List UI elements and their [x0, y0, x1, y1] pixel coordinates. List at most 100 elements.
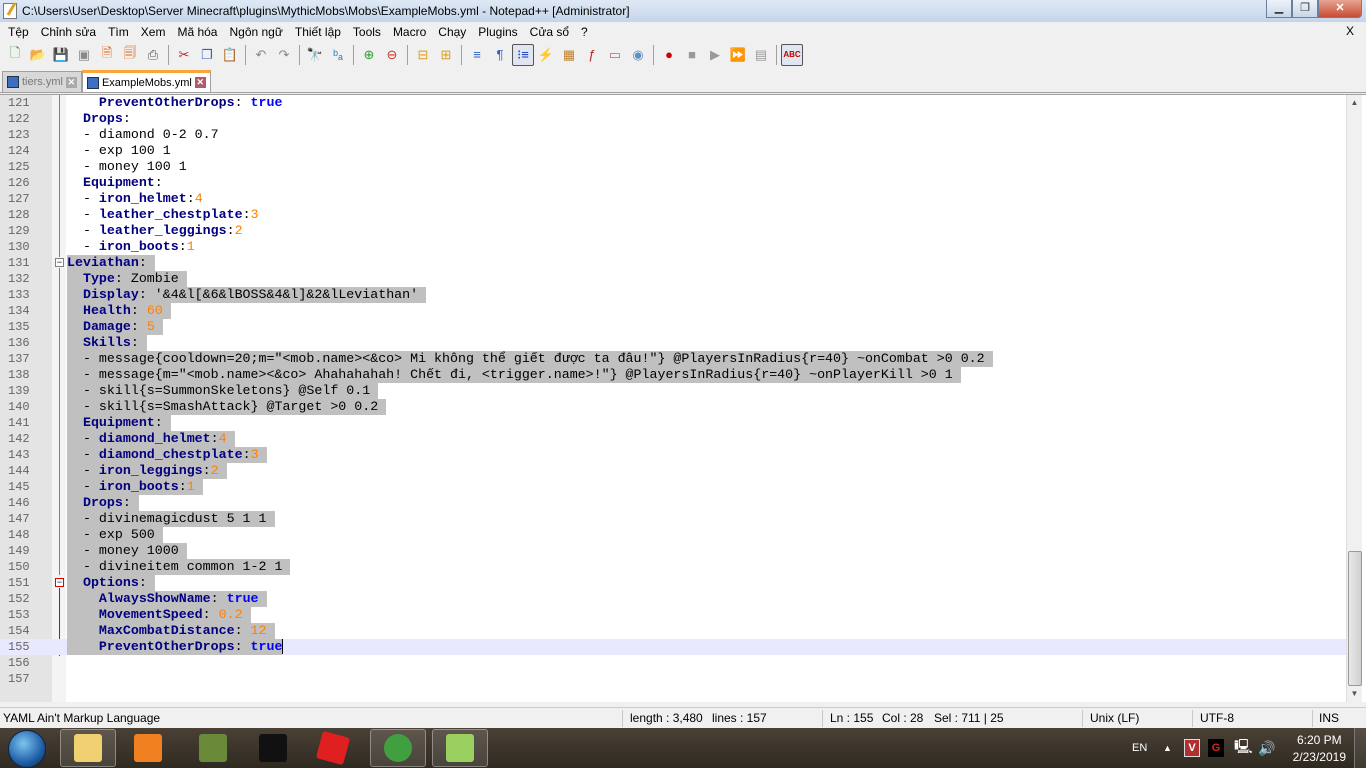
menu-item-6[interactable]: Thiết lập: [289, 25, 347, 39]
word-wrap-icon[interactable]: ≡: [466, 44, 488, 66]
code-line[interactable]: 153 MovementSpeed: 0.2: [0, 607, 1346, 623]
show-desktop-button[interactable]: [1354, 728, 1366, 768]
scroll-thumb[interactable]: [1348, 551, 1362, 686]
code-line[interactable]: 130 - iron_boots:1: [0, 239, 1346, 255]
code-line[interactable]: 126 Equipment:: [0, 175, 1346, 191]
menu-item-5[interactable]: Ngôn ngữ: [223, 25, 288, 39]
close-file-icon[interactable]: 🗎: [96, 44, 118, 66]
cut-icon[interactable]: ✂: [173, 44, 195, 66]
record-macro-icon[interactable]: ●: [658, 44, 680, 66]
save-all-icon[interactable]: ▣: [73, 44, 95, 66]
sync-vertical-icon[interactable]: ⊟: [412, 44, 434, 66]
taskbar-app[interactable]: [305, 729, 361, 767]
code-line[interactable]: 140 - skill{s=SmashAttack} @Target >0 0.…: [0, 399, 1346, 415]
replace-icon[interactable]: ᵇₐ: [327, 44, 349, 66]
copy-icon[interactable]: ❐: [196, 44, 218, 66]
start-button[interactable]: [8, 730, 46, 768]
function-list-icon[interactable]: ƒ: [581, 44, 603, 66]
code-line[interactable]: 121 PreventOtherDrops: true: [0, 95, 1346, 111]
code-line[interactable]: 156: [0, 655, 1346, 671]
tab-1[interactable]: ExampleMobs.yml ✕: [81, 70, 211, 92]
code-line[interactable]: 132 Type: Zombie: [0, 271, 1346, 287]
zoom-in-icon[interactable]: ⊕: [358, 44, 380, 66]
scroll-down-icon[interactable]: ▼: [1347, 686, 1362, 702]
menu-item-1[interactable]: Chỉnh sửa: [35, 25, 102, 39]
close-all-icon[interactable]: 🗐: [119, 44, 141, 66]
new-file-icon[interactable]: 🗋: [4, 44, 26, 66]
code-line[interactable]: 147 - divinemagicdust 5 1 1: [0, 511, 1346, 527]
code-line[interactable]: 144 - iron_leggings:2: [0, 463, 1346, 479]
menu-item-7[interactable]: Tools: [347, 25, 387, 39]
code-line[interactable]: 154 MaxCombatDistance: 12: [0, 623, 1346, 639]
taskbar-app[interactable]: [432, 729, 488, 767]
vertical-scrollbar[interactable]: ▲ ▼: [1346, 95, 1362, 702]
code-line[interactable]: 157: [0, 671, 1346, 687]
menu-item-9[interactable]: Chạy: [432, 25, 472, 39]
clock[interactable]: 6:20 PM 2/23/2019: [1293, 732, 1346, 766]
code-line[interactable]: 141 Equipment:: [0, 415, 1346, 431]
show-hidden-icons[interactable]: ▲: [1163, 728, 1172, 768]
code-line[interactable]: 131 Leviathan:: [0, 255, 1346, 271]
save-macro-icon[interactable]: ▤: [750, 44, 772, 66]
undo-icon[interactable]: ↶: [250, 44, 272, 66]
code-line[interactable]: 151 Options:: [0, 575, 1346, 591]
sync-horizontal-icon[interactable]: ⊞: [435, 44, 457, 66]
show-all-characters-icon[interactable]: ¶: [489, 44, 511, 66]
code-line[interactable]: 148 - exp 500: [0, 527, 1346, 543]
open-file-icon[interactable]: 📂: [27, 44, 49, 66]
code-line[interactable]: 149 - money 1000: [0, 543, 1346, 559]
find-icon[interactable]: 🔭: [304, 44, 326, 66]
code-line[interactable]: 143 - diamond_chestplate:3: [0, 447, 1346, 463]
vietkey-icon[interactable]: V: [1184, 739, 1200, 757]
code-line[interactable]: 124 - exp 100 1: [0, 143, 1346, 159]
network-icon[interactable]: 🖳: [1234, 728, 1253, 768]
taskbar-app[interactable]: [245, 729, 301, 767]
code-lines[interactable]: 121 PreventOtherDrops: true 122 Drops: 123…: [0, 95, 1346, 687]
code-line[interactable]: 146 Drops:: [0, 495, 1346, 511]
paste-icon[interactable]: 📋: [219, 44, 241, 66]
menu-item-2[interactable]: Tìm: [102, 25, 135, 39]
indent-guide-icon[interactable]: ⁝≡: [512, 43, 534, 66]
code-line[interactable]: 127 - iron_helmet:4: [0, 191, 1346, 207]
code-line[interactable]: 150 - divineitem common 1-2 1: [0, 559, 1346, 575]
maximize-button[interactable]: ❐: [1292, 0, 1318, 18]
language-indicator[interactable]: EN: [1132, 728, 1147, 768]
menu-item-12[interactable]: ?: [575, 25, 594, 39]
menu-item-4[interactable]: Mã hóa: [171, 25, 223, 39]
zoom-out-icon[interactable]: ⊖: [381, 44, 403, 66]
code-line[interactable]: 145 - iron_boots:1: [0, 479, 1346, 495]
code-line[interactable]: 139 - skill{s=SummonSkeletons} @Self 0.1: [0, 383, 1346, 399]
menu-item-8[interactable]: Macro: [387, 25, 432, 39]
monitoring-eye-icon[interactable]: ◉: [627, 44, 649, 66]
playback-macro-icon[interactable]: ▶: [704, 44, 726, 66]
taskbar-app[interactable]: [185, 729, 241, 767]
code-line[interactable]: 135 Damage: 5: [0, 319, 1346, 335]
menu-item-11[interactable]: Cửa sổ: [524, 25, 575, 39]
code-line[interactable]: 138 - message{m="<mob.name><&co> Ahahaha…: [0, 367, 1346, 383]
close-button[interactable]: ✕: [1318, 0, 1362, 18]
garena-tray-icon[interactable]: G: [1208, 739, 1224, 757]
code-line[interactable]: 142 - diamond_helmet:4: [0, 431, 1346, 447]
print-icon[interactable]: ⎙: [142, 44, 164, 66]
code-line[interactable]: 133 Display: '&4&l[&6&lBOSS&4&l]&2&lLevi…: [0, 287, 1346, 303]
taskbar-app[interactable]: [120, 729, 176, 767]
code-line[interactable]: 137 - message{cooldown=20;m="<mob.name><…: [0, 351, 1346, 367]
stop-recording-icon[interactable]: ■: [681, 44, 703, 66]
close-document-button[interactable]: X: [1340, 24, 1360, 38]
code-line[interactable]: 128 - leather_chestplate:3: [0, 207, 1346, 223]
redo-icon[interactable]: ↷: [273, 44, 295, 66]
run-macro-multiple-icon[interactable]: ⏩: [727, 44, 749, 66]
tab-0[interactable]: tiers.yml ✕: [2, 71, 82, 92]
taskbar-app[interactable]: [370, 729, 426, 767]
menu-item-3[interactable]: Xem: [135, 25, 172, 39]
close-tab-icon[interactable]: ✕: [194, 77, 206, 88]
volume-icon[interactable]: 🔊: [1258, 728, 1275, 768]
code-line[interactable]: 155 PreventOtherDrops: true: [0, 639, 1346, 655]
code-line[interactable]: 129 - leather_leggings:2: [0, 223, 1346, 239]
document-map-icon[interactable]: ▦: [558, 44, 580, 66]
code-line[interactable]: 134 Health: 60: [0, 303, 1346, 319]
minimize-button[interactable]: ▁: [1266, 0, 1292, 18]
code-line[interactable]: 122 Drops:: [0, 111, 1346, 127]
scroll-up-icon[interactable]: ▲: [1347, 95, 1362, 111]
code-line[interactable]: 136 Skills:: [0, 335, 1346, 351]
